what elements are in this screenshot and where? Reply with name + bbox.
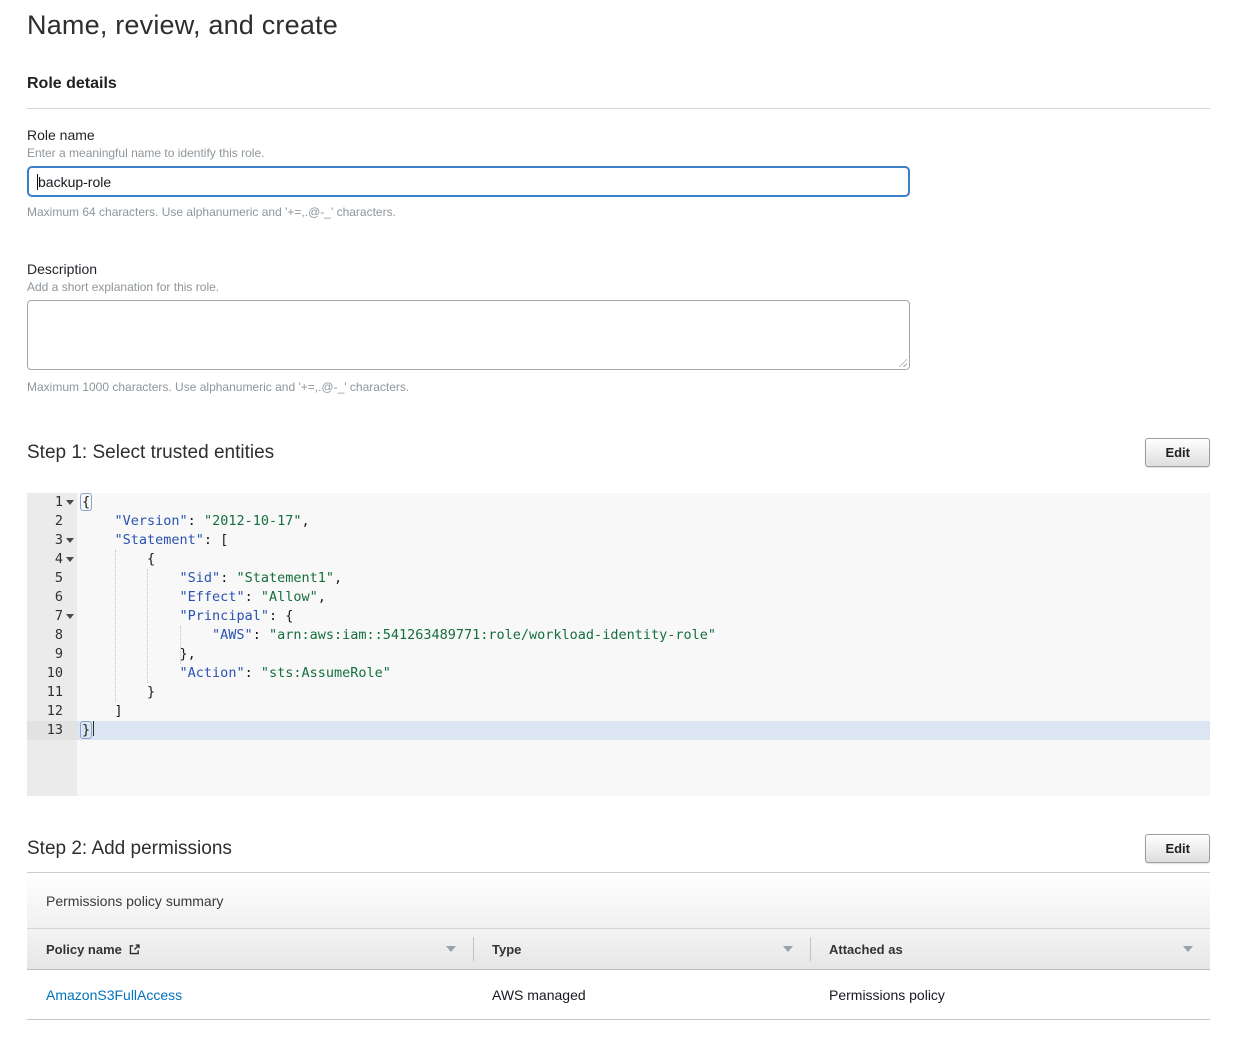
gutter-line: 10	[27, 664, 77, 683]
code-line[interactable]: "Version": "2012-10-17",	[77, 512, 1210, 531]
editor-cursor	[93, 721, 94, 736]
column-label: Type	[492, 942, 521, 957]
step1-heading: Step 1: Select trusted entities	[27, 442, 274, 464]
editor-line-number: 12	[47, 702, 63, 721]
external-link-icon	[128, 943, 141, 956]
permissions-panel: Permissions policy summary Policy name T…	[27, 872, 1210, 1020]
gutter-line: 1	[27, 493, 77, 512]
code-line[interactable]: "AWS": "arn:aws:iam::541263489771:role/w…	[77, 626, 1210, 645]
table-row: AmazonS3FullAccess AWS managed Permissio…	[27, 970, 1210, 1020]
section-divider	[27, 108, 1210, 109]
code-line[interactable]: }	[77, 683, 1210, 702]
filter-dropdown-icon[interactable]	[783, 946, 793, 952]
editor-line-number: 3	[55, 531, 63, 550]
code-line[interactable]: "Principal": {	[77, 607, 1210, 626]
editor-code[interactable]: { "Version": "2012-10-17", "Statement": …	[77, 493, 1210, 796]
role-name-input[interactable]: backup-role	[27, 166, 910, 197]
description-constraint: Maximum 1000 characters. Use alphanumeri…	[27, 380, 1210, 394]
code-line[interactable]: }	[77, 721, 1210, 740]
description-hint: Add a short explanation for this role.	[27, 280, 1210, 294]
code-line[interactable]: ]	[77, 702, 1210, 721]
policy-type-cell: AWS managed	[473, 970, 810, 1019]
role-name-value: backup-role	[38, 174, 111, 190]
description-textarea-wrap	[27, 300, 910, 370]
editor-line-number: 11	[47, 683, 63, 702]
gutter-line: 11	[27, 683, 77, 702]
policy-attached-as-cell: Permissions policy	[810, 970, 1210, 1019]
description-textarea[interactable]	[27, 300, 910, 370]
editor-line-number: 13	[47, 721, 63, 740]
code-line[interactable]: },	[77, 645, 1210, 664]
editor-line-number: 9	[55, 645, 63, 664]
filter-dropdown-icon[interactable]	[1183, 946, 1193, 952]
page-container: Name, review, and create Role details Ro…	[0, 0, 1242, 1060]
permissions-panel-title: Permissions policy summary	[27, 873, 1210, 929]
editor-line-number: 7	[55, 607, 63, 626]
editor-line-number: 1	[55, 493, 63, 512]
table-header-row: Policy name Type Attached as	[27, 929, 1210, 970]
page-title: Name, review, and create	[27, 10, 1210, 41]
column-header-type[interactable]: Type	[473, 929, 810, 969]
editor-line-number: 5	[55, 569, 63, 588]
column-label: Attached as	[829, 942, 903, 957]
column-header-attached-as[interactable]: Attached as	[810, 929, 1210, 969]
role-name-label: Role name	[27, 127, 1210, 143]
gutter-line: 2	[27, 512, 77, 531]
fold-icon[interactable]	[66, 557, 74, 562]
role-name-hint: Enter a meaningful name to identify this…	[27, 146, 1210, 160]
fold-icon[interactable]	[66, 614, 74, 619]
editor-gutter: 12345678910111213	[27, 493, 77, 796]
gutter-line: 3	[27, 531, 77, 550]
gutter-line: 13	[27, 721, 77, 740]
code-line[interactable]: "Sid": "Statement1",	[77, 569, 1210, 588]
step2-edit-button[interactable]: Edit	[1145, 834, 1210, 863]
role-name-constraint: Maximum 64 characters. Use alphanumeric …	[27, 205, 1210, 219]
editor-line-number: 8	[55, 626, 63, 645]
editor-line-number: 4	[55, 550, 63, 569]
code-line[interactable]: {	[77, 550, 1210, 569]
gutter-line: 4	[27, 550, 77, 569]
gutter-line: 5	[27, 569, 77, 588]
trust-policy-editor[interactable]: 12345678910111213 { "Version": "2012-10-…	[27, 493, 1210, 796]
code-line[interactable]: "Effect": "Allow",	[77, 588, 1210, 607]
editor-line-number: 10	[47, 664, 63, 683]
fold-icon[interactable]	[66, 538, 74, 543]
gutter-line: 6	[27, 588, 77, 607]
description-label: Description	[27, 261, 1210, 277]
step1-header-row: Step 1: Select trusted entities Edit	[27, 438, 1210, 467]
column-header-policy-name[interactable]: Policy name	[27, 929, 473, 969]
gutter-line: 9	[27, 645, 77, 664]
column-label: Policy name	[46, 942, 122, 957]
policy-name-link[interactable]: AmazonS3FullAccess	[46, 987, 182, 1003]
step2-header-row: Step 2: Add permissions Edit	[27, 834, 1210, 863]
editor-line-number: 6	[55, 588, 63, 607]
code-line[interactable]: "Action": "sts:AssumeRole"	[77, 664, 1210, 683]
code-line[interactable]: "Statement": [	[77, 531, 1210, 550]
gutter-line: 8	[27, 626, 77, 645]
step2-heading: Step 2: Add permissions	[27, 838, 232, 860]
step1-edit-button[interactable]: Edit	[1145, 438, 1210, 467]
gutter-line: 7	[27, 607, 77, 626]
role-details-heading: Role details	[27, 75, 1210, 93]
filter-dropdown-icon[interactable]	[446, 946, 456, 952]
editor-line-number: 2	[55, 512, 63, 531]
fold-icon[interactable]	[66, 500, 74, 505]
code-line[interactable]: {	[77, 493, 1210, 512]
gutter-line: 12	[27, 702, 77, 721]
